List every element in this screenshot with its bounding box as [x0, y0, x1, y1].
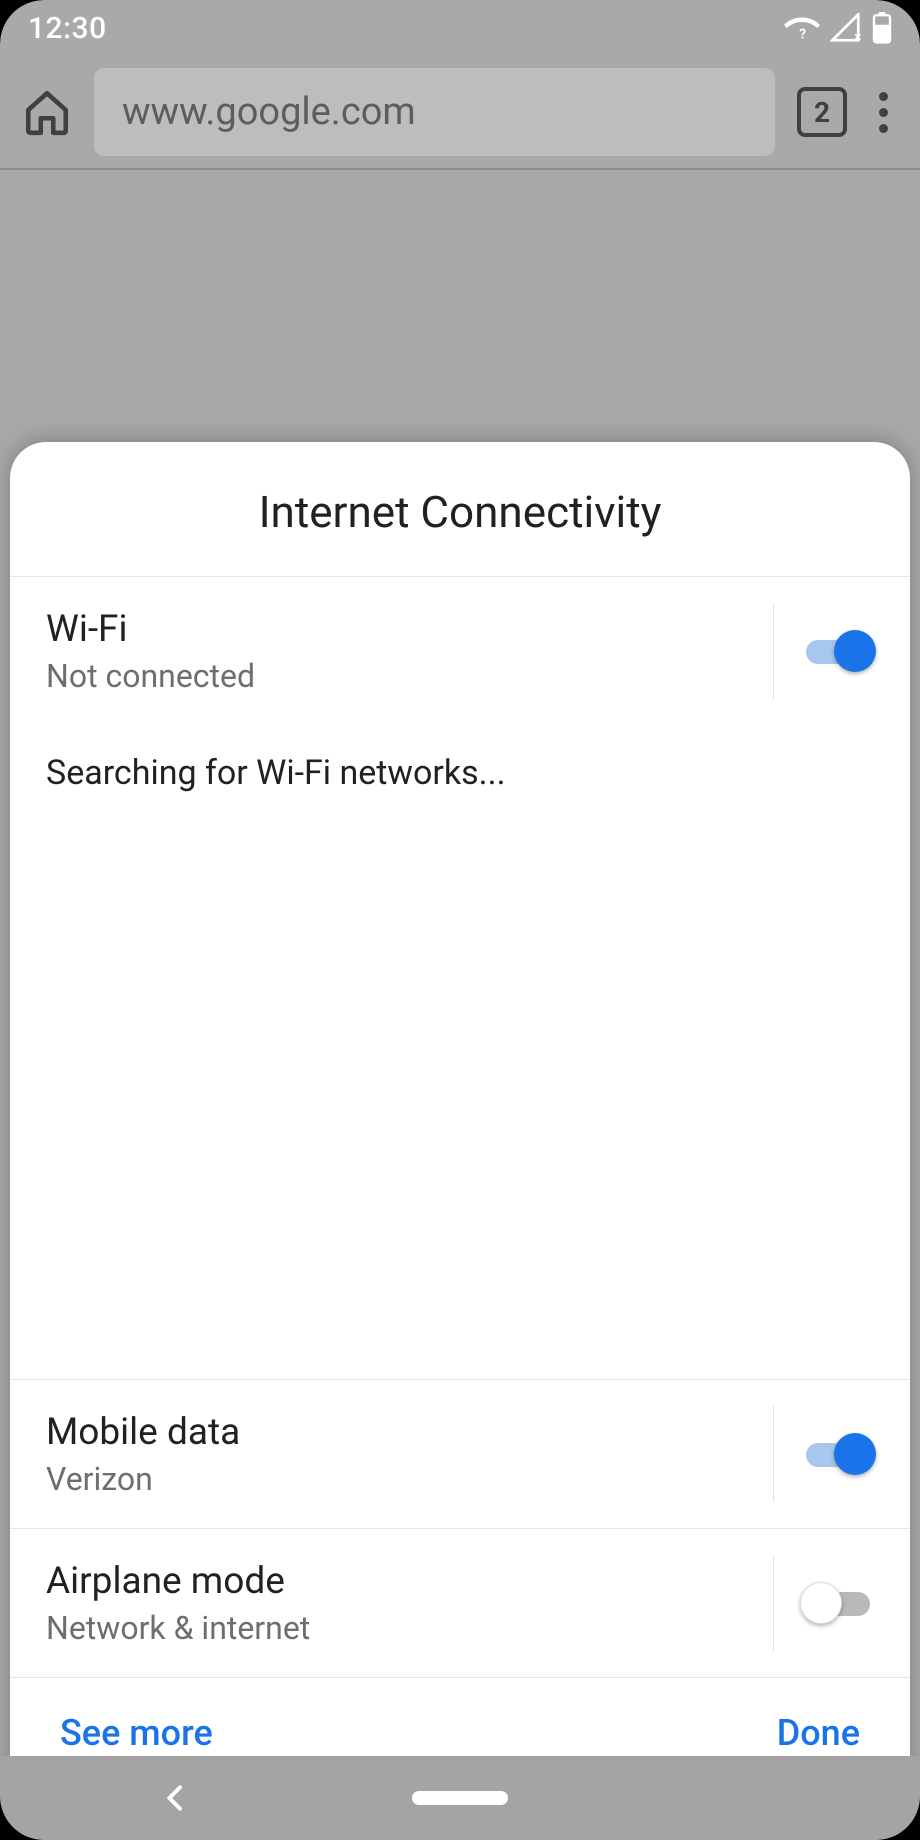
tab-switcher-button[interactable]: 2	[797, 87, 847, 137]
back-icon[interactable]	[160, 1782, 192, 1814]
svg-text:×: ×	[854, 30, 861, 43]
home-icon[interactable]	[22, 87, 72, 137]
airplane-row[interactable]: Airplane mode Network & internet	[10, 1529, 910, 1677]
mobile-data-row[interactable]: Mobile data Verizon	[10, 1380, 910, 1528]
browser-toolbar: www.google.com 2	[0, 56, 920, 170]
mobile-data-title: Mobile data	[46, 1411, 763, 1454]
more-menu-icon[interactable]	[869, 92, 898, 133]
wifi-subtitle: Not connected	[46, 657, 763, 695]
wifi-title: Wi-Fi	[46, 608, 763, 651]
home-indicator[interactable]	[412, 1791, 508, 1805]
svg-text:?: ?	[799, 27, 806, 43]
see-more-button[interactable]: See more	[60, 1712, 213, 1754]
battery-icon	[872, 12, 892, 44]
mobile-data-toggle[interactable]	[802, 1434, 874, 1474]
mobile-data-subtitle: Verizon	[46, 1460, 763, 1498]
url-text: www.google.com	[122, 90, 416, 134]
done-button[interactable]: Done	[777, 1712, 860, 1754]
navigation-bar	[0, 1756, 920, 1840]
divider	[773, 1406, 774, 1502]
tab-count-value: 2	[814, 96, 830, 129]
airplane-title: Airplane mode	[46, 1560, 763, 1603]
divider	[773, 1555, 774, 1651]
wifi-toggle[interactable]	[802, 631, 874, 671]
divider	[773, 603, 774, 699]
url-input[interactable]: www.google.com	[94, 68, 775, 156]
status-time: 12:30	[28, 11, 107, 46]
status-icons: ? ×	[784, 12, 892, 44]
wifi-searching-text: Searching for Wi-Fi networks...	[10, 725, 910, 793]
sheet-title: Internet Connectivity	[10, 442, 910, 576]
airplane-subtitle: Network & internet	[46, 1609, 763, 1647]
signal-none-icon: ×	[830, 13, 862, 43]
status-bar: 12:30 ? ×	[0, 0, 920, 56]
wifi-row[interactable]: Wi-Fi Not connected	[10, 577, 910, 725]
connectivity-sheet: Internet Connectivity Wi-Fi Not connecte…	[10, 442, 910, 1796]
wifi-limited-icon: ?	[784, 13, 820, 43]
wifi-section: Wi-Fi Not connected Searching for Wi-Fi …	[10, 577, 910, 1379]
airplane-toggle[interactable]	[802, 1583, 874, 1623]
